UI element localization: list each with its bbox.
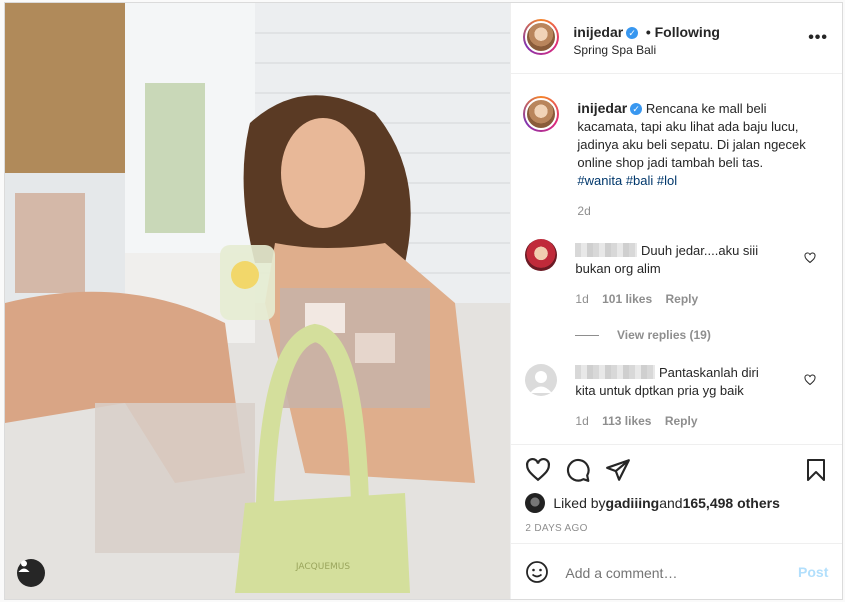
view-replies-label: View replies (19) [617,328,711,342]
comment-avatar[interactable] [525,239,558,271]
caption-username[interactable]: inijedar [577,100,627,116]
bag-brand-label: JACQUEMUS [295,562,350,572]
reply-button[interactable]: Reply [665,414,698,428]
post-container: JACQUEMUS inijedar ✓ • Following Spring S… [4,2,843,600]
post-photo[interactable]: JACQUEMUS [5,3,511,599]
reply-button[interactable]: Reply [665,292,698,306]
avatar-image [525,21,558,53]
comment-age: 1d [575,414,589,428]
share-icon[interactable] [605,457,631,483]
default-avatar-icon [530,371,553,393]
hashtag-link[interactable]: #bali [626,173,653,188]
comment-meta: 1d 101 likes Reply [575,292,698,306]
comment-likes[interactable]: 113 likes [602,414,651,428]
view-replies[interactable]: View replies (19) [575,327,711,342]
header-username[interactable]: inijedar [573,24,623,40]
comments-section: inijedar ✓ Rencana ke mall beli kacamata,… [511,74,842,444]
location-link[interactable]: Spring Spa Bali [573,43,656,57]
post-comment-button[interactable]: Post [798,564,828,580]
bookmark-icon[interactable] [804,457,828,483]
likes-count[interactable]: 165,498 others [683,495,780,511]
caption: inijedar ✓ Rencana ke mall beli kacamata,… [577,99,827,190]
comment-avatar[interactable] [525,364,558,396]
hashtag-link[interactable]: #wanita [577,173,622,188]
avatar[interactable] [523,19,560,55]
likes-middle: and [659,495,683,511]
caption-avatar-image [525,98,558,130]
liker-username[interactable]: gadiiing [606,495,660,511]
post-sidebar: inijedar ✓ • Following Spring Spa Bali ••… [510,3,843,599]
verified-icon: ✓ [630,103,643,115]
following-button[interactable]: • Following [646,24,720,40]
caption-age: 2d [577,204,591,218]
comment-username-blurred[interactable] [575,365,656,379]
action-bar: Liked by gadiiing and 165,498 others 2 D… [511,444,843,545]
post-header: inijedar ✓ • Following Spring Spa Bali ••… [511,3,842,74]
hashtag-link[interactable]: #lol [657,173,677,188]
comment-likes[interactable]: 101 likes [602,292,652,306]
comment: Pantaskanlah diri kita untuk dptkan pria… [575,364,790,400]
caption-avatar[interactable] [523,96,560,132]
emoji-icon[interactable] [525,560,549,584]
comment-text: Pantaskanlah diri [659,365,759,380]
comment-text-continued: bukan org alim [575,261,661,276]
heart-icon[interactable] [804,252,816,264]
likes-prefix: Liked by [553,495,606,511]
comment-input[interactable] [563,561,783,585]
comment-username-blurred[interactable] [575,243,638,257]
user-tag-button[interactable] [17,559,45,587]
heart-icon[interactable] [525,457,551,483]
heart-icon[interactable] [804,374,816,386]
verified-icon: ✓ [626,27,639,39]
comment: Duuh jedar....aku siii bukan org alim [575,242,790,278]
comment-age: 1d [575,292,589,306]
comment-text: Duuh jedar....aku siii [641,243,759,258]
divider [575,335,600,337]
more-icon[interactable]: ••• [808,29,828,47]
photo-illustration: JACQUEMUS [5,3,511,599]
likes-summary: Liked by gadiiing and 165,498 others [525,493,780,513]
comment-icon[interactable] [565,457,591,483]
user-tag-icon [18,560,30,572]
post-timestamp[interactable]: 2 DAYS AGO [525,523,587,534]
liker-avatar[interactable] [525,493,546,513]
comment-meta: 1d 113 likes Reply [575,414,697,428]
add-comment-bar: Post [511,543,843,599]
comment-text-continued: kita untuk dptkan pria yg baik [575,383,744,398]
